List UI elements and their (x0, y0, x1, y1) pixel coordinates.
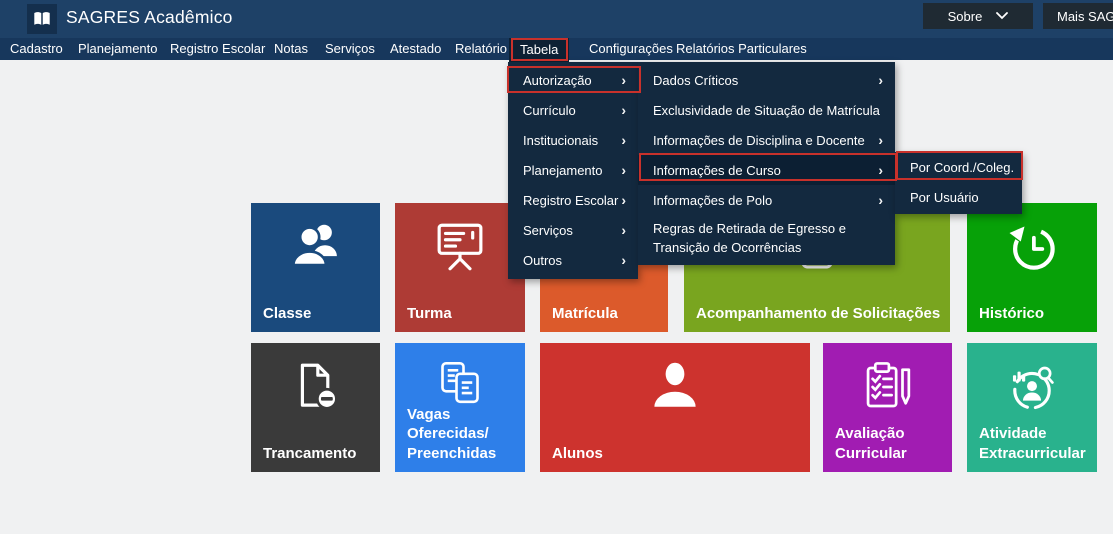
tabela-dropdown-menu: Autorização Currículo Institucionais Pla… (508, 62, 638, 279)
chevron-right-icon (621, 162, 626, 178)
menu-item-label: Outros (523, 253, 562, 268)
chevron-down-icon (996, 12, 1008, 20)
menu-item-informacoes-de-curso[interactable]: Informações de Curso (638, 155, 895, 185)
menu-tabela[interactable]: Tabela (509, 38, 569, 62)
menu-item-label: Serviços (523, 223, 573, 238)
tile-alunos[interactable]: Alunos (540, 343, 810, 472)
menu-relatorios-particulares[interactable]: Relatórios Particulares (676, 38, 807, 60)
tile-label: Histórico (979, 304, 1091, 324)
tile-vagas-oferecidas-preenchidas[interactable]: Vagas Oferecidas/ Preenchidas (395, 343, 525, 472)
chevron-right-icon (621, 192, 626, 208)
tile-label: Acompanhamento de Solicitações (696, 304, 944, 324)
activity-circle-icon (1003, 358, 1061, 416)
chevron-right-icon (878, 162, 883, 178)
tile-label: Classe (263, 304, 374, 324)
tile-label: Trancamento (263, 444, 374, 464)
menu-item-outros[interactable]: Outros (508, 245, 638, 275)
person-icon (645, 358, 705, 418)
tile-label: Vagas Oferecidas/ Preenchidas (407, 405, 519, 464)
tile-trancamento[interactable]: Trancamento (251, 343, 380, 472)
checklist-pen-icon (859, 358, 917, 416)
autorizacao-submenu: Dados Críticos Exclusividade de Situação… (638, 62, 895, 265)
menu-item-regras-retirada-egresso[interactable]: Regras de Retirada de Egresso e Transiçã… (638, 215, 895, 261)
chevron-right-icon (621, 102, 626, 118)
menu-item-registro-escolar[interactable]: Registro Escolar (508, 185, 638, 215)
menu-item-label: Institucionais (523, 133, 598, 148)
about-button-label: Sobre (948, 9, 983, 24)
menu-item-label: Registro Escolar (523, 193, 618, 208)
app-window: SAGRES Acadêmico Sobre Mais SAGR Cadastr… (0, 0, 1113, 534)
tile-historico[interactable]: Histórico (967, 203, 1097, 332)
menu-item-curriculo[interactable]: Currículo (508, 95, 638, 125)
menu-item-label: Autorização (523, 73, 592, 88)
people-group-icon (287, 218, 345, 276)
menu-item-exclusividade-situacao-matricula[interactable]: Exclusividade de Situação de Matrícula (638, 95, 895, 125)
chevron-right-icon (621, 222, 626, 238)
presentation-board-icon (431, 218, 489, 276)
menu-item-servicos[interactable]: Serviços (508, 215, 638, 245)
menu-item-label: Regras de Retirada de Egresso e Transiçã… (653, 220, 883, 258)
menu-item-label: Exclusividade de Situação de Matrícula (653, 103, 880, 118)
menu-servicos[interactable]: Serviços (325, 38, 375, 60)
tile-avaliacao-curricular[interactable]: Avaliação Curricular (823, 343, 952, 472)
tile-label: Avaliação Curricular (835, 424, 946, 463)
tile-label: Turma (407, 304, 519, 324)
app-title: SAGRES Acadêmico (66, 7, 233, 28)
menu-item-label: Planejamento (523, 163, 603, 178)
menu-item-label: Currículo (523, 103, 576, 118)
more-sagres-button[interactable]: Mais SAGR (1043, 3, 1113, 29)
about-button[interactable]: Sobre (923, 3, 1033, 29)
chevron-right-icon (621, 72, 626, 88)
tile-turma[interactable]: Turma (395, 203, 525, 332)
menu-item-label: Por Usuário (910, 190, 979, 205)
open-book-logo-icon (27, 4, 57, 34)
menu-relatorio[interactable]: Relatório (455, 38, 507, 60)
menu-item-label: Por Coord./Coleg. (910, 160, 1014, 175)
tile-label: Alunos (552, 444, 804, 464)
tile-atividade-extracurricular[interactable]: Atividade Extracurricular (967, 343, 1097, 472)
chevron-right-icon (878, 72, 883, 88)
menu-item-por-coord-coleg[interactable]: Por Coord./Coleg. (895, 152, 1022, 182)
menubar: Cadastro Planejamento Registro Escolar N… (0, 38, 1113, 60)
tile-label: Matrícula (552, 304, 662, 324)
menu-item-informacoes-de-polo[interactable]: Informações de Polo (638, 185, 895, 215)
menu-atestado[interactable]: Atestado (390, 38, 441, 60)
menu-item-label: Informações de Disciplina e Docente (653, 133, 865, 148)
chevron-right-icon (878, 192, 883, 208)
menu-item-planejamento[interactable]: Planejamento (508, 155, 638, 185)
menu-item-autorizacao[interactable]: Autorização (508, 65, 638, 95)
menu-item-dados-criticos[interactable]: Dados Críticos (638, 65, 895, 95)
menu-item-label: Dados Críticos (653, 73, 738, 88)
menu-registro-escolar[interactable]: Registro Escolar (170, 38, 265, 60)
menu-planejamento[interactable]: Planejamento (78, 38, 158, 60)
menu-item-informacoes-disciplina-docente[interactable]: Informações de Disciplina e Docente (638, 125, 895, 155)
menu-item-label: Informações de Curso (653, 163, 781, 178)
informacoes-de-curso-submenu: Por Coord./Coleg. Por Usuário (895, 152, 1022, 214)
document-minus-icon (287, 358, 345, 416)
chevron-right-icon (621, 252, 626, 268)
chevron-right-icon (621, 132, 626, 148)
chevron-right-icon (878, 132, 883, 148)
menu-configuracoes[interactable]: Configurações (589, 38, 673, 60)
menu-notas[interactable]: Notas (274, 38, 308, 60)
tile-label: Atividade Extracurricular (979, 424, 1091, 463)
menu-item-label: Informações de Polo (653, 193, 772, 208)
menu-cadastro[interactable]: Cadastro (10, 38, 63, 60)
header-bar: SAGRES Acadêmico Sobre Mais SAGR (0, 0, 1113, 38)
tile-classe[interactable]: Classe (251, 203, 380, 332)
history-clock-icon (1002, 218, 1062, 278)
more-sagres-label: Mais SAGR (1057, 9, 1113, 24)
menu-item-por-usuario[interactable]: Por Usuário (895, 182, 1022, 212)
menu-item-institucionais[interactable]: Institucionais (508, 125, 638, 155)
